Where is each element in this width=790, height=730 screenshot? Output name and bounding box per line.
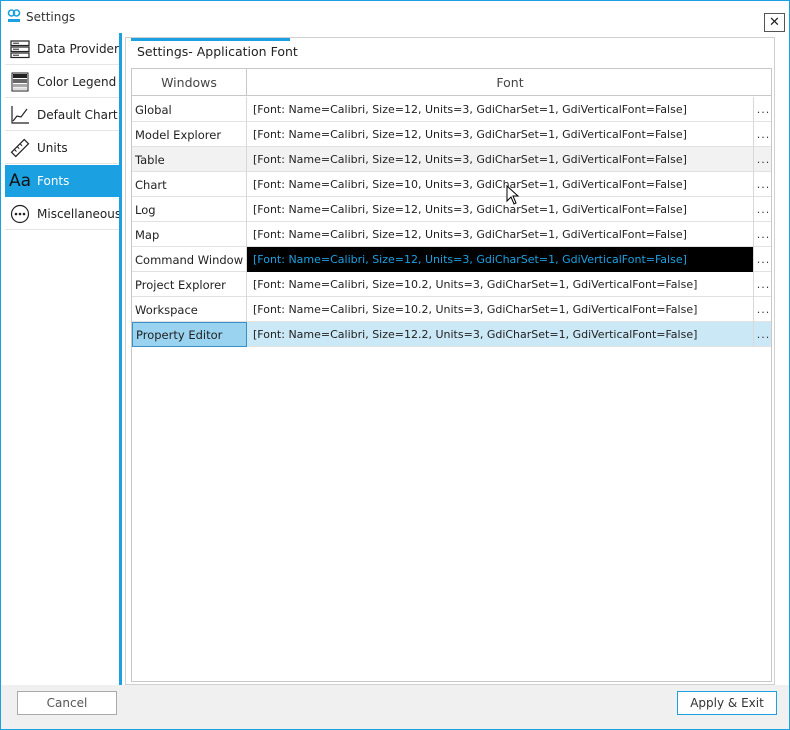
table-row[interactable]: Chart [Font: Name=Calibri, Size=10, Unit… bbox=[132, 172, 771, 197]
window-title: Settings bbox=[26, 10, 76, 24]
sidebar-item-label: Data Provider bbox=[37, 41, 119, 56]
row-window-name[interactable]: Global bbox=[132, 97, 247, 122]
fonts-panel: Settings- Application Font Windows Font … bbox=[125, 37, 775, 685]
table-row[interactable]: Table [Font: Name=Calibri, Size=12, Unit… bbox=[132, 147, 771, 172]
sidebar-item-units[interactable]: Units bbox=[5, 132, 119, 164]
sidebar-item-label: Fonts bbox=[37, 173, 70, 188]
server-icon bbox=[9, 38, 31, 60]
row-window-name[interactable]: Model Explorer bbox=[132, 122, 247, 147]
sidebar: Data Provider Color Legend Default Chart… bbox=[5, 33, 122, 685]
row-window-name[interactable]: Command Window bbox=[132, 247, 247, 272]
table-row[interactable]: Project Explorer [Font: Name=Calibri, Si… bbox=[132, 272, 771, 297]
ruler-icon bbox=[9, 137, 31, 159]
app-logo-icon bbox=[7, 9, 21, 22]
font-picker-button[interactable]: ... bbox=[753, 222, 771, 247]
dialog-footer: Cancel Apply & Exit bbox=[1, 685, 789, 729]
cancel-button[interactable]: Cancel bbox=[17, 691, 117, 715]
font-grid: Windows Font Global [Font: Name=Calibri,… bbox=[131, 68, 772, 682]
sidebar-item-label: Color Legend bbox=[37, 74, 117, 89]
row-window-name[interactable]: Table bbox=[132, 147, 247, 172]
row-window-name[interactable]: Map bbox=[132, 222, 247, 247]
settings-window: Settings ✕ Data Provider Color Legend De… bbox=[0, 0, 790, 730]
legend-icon bbox=[9, 71, 31, 93]
row-window-name[interactable]: Project Explorer bbox=[132, 272, 247, 297]
sidebar-item-fonts[interactable]: Aa Fonts bbox=[5, 165, 119, 197]
font-picker-button[interactable]: ... bbox=[753, 147, 771, 172]
table-row[interactable]: Workspace [Font: Name=Calibri, Size=10.2… bbox=[132, 297, 771, 322]
row-font-value-editing[interactable]: [Font: Name=Calibri, Size=12, Units=3, G… bbox=[247, 247, 753, 272]
sidebar-item-default-chart[interactable]: Default Chart bbox=[5, 99, 119, 131]
font-picker-button[interactable]: ... bbox=[753, 197, 771, 222]
row-font-value[interactable]: [Font: Name=Calibri, Size=10.2, Units=3,… bbox=[247, 297, 753, 322]
grid-header: Windows Font bbox=[132, 69, 771, 96]
content-area: Data Provider Color Legend Default Chart… bbox=[1, 33, 789, 685]
sidebar-item-miscellaneous[interactable]: Miscellaneous bbox=[5, 198, 122, 230]
row-window-name[interactable]: Property Editor bbox=[132, 322, 247, 347]
sidebar-item-label: Default Chart bbox=[37, 107, 118, 122]
row-window-name[interactable]: Workspace bbox=[132, 297, 247, 322]
row-font-value[interactable]: [Font: Name=Calibri, Size=10.2, Units=3,… bbox=[247, 272, 753, 297]
row-font-value[interactable]: [Font: Name=Calibri, Size=12, Units=3, G… bbox=[247, 147, 753, 172]
font-picker-button[interactable]: ... bbox=[753, 97, 771, 122]
table-row[interactable]: Command Window [Font: Name=Calibri, Size… bbox=[132, 247, 771, 272]
table-row-selected[interactable]: Property Editor [Font: Name=Calibri, Siz… bbox=[132, 322, 771, 347]
sidebar-divider bbox=[119, 33, 122, 685]
sidebar-item-data-provider[interactable]: Data Provider bbox=[5, 33, 119, 65]
sidebar-item-label: Miscellaneous bbox=[37, 206, 122, 221]
row-font-value[interactable]: [Font: Name=Calibri, Size=12, Units=3, G… bbox=[247, 222, 753, 247]
chart-icon bbox=[9, 104, 31, 126]
row-window-name[interactable]: Chart bbox=[132, 172, 247, 197]
apply-exit-button[interactable]: Apply & Exit bbox=[677, 691, 777, 715]
row-font-value[interactable]: [Font: Name=Calibri, Size=12, Units=3, G… bbox=[247, 122, 753, 147]
row-font-value[interactable]: [Font: Name=Calibri, Size=12, Units=3, G… bbox=[247, 197, 753, 222]
sidebar-item-color-legend[interactable]: Color Legend bbox=[5, 66, 119, 98]
row-font-value[interactable]: [Font: Name=Calibri, Size=12.2, Units=3,… bbox=[247, 322, 753, 347]
font-icon: Aa bbox=[8, 170, 32, 191]
column-header-windows[interactable]: Windows bbox=[132, 69, 247, 96]
table-row[interactable]: Log [Font: Name=Calibri, Size=12, Units=… bbox=[132, 197, 771, 222]
table-row[interactable]: Model Explorer [Font: Name=Calibri, Size… bbox=[132, 122, 771, 147]
font-picker-button[interactable]: ... bbox=[753, 247, 771, 272]
font-picker-button[interactable]: ... bbox=[753, 172, 771, 197]
panel-tab-indicator bbox=[131, 38, 290, 41]
table-row[interactable]: Global [Font: Name=Calibri, Size=12, Uni… bbox=[132, 97, 771, 122]
close-button[interactable]: ✕ bbox=[764, 13, 785, 32]
row-font-value[interactable]: [Font: Name=Calibri, Size=10, Units=3, G… bbox=[247, 172, 753, 197]
column-header-font[interactable]: Font bbox=[247, 69, 771, 96]
table-row[interactable]: Map [Font: Name=Calibri, Size=12, Units=… bbox=[132, 222, 771, 247]
font-picker-button[interactable]: ... bbox=[753, 297, 771, 322]
title-bar: Settings ✕ bbox=[1, 1, 789, 33]
row-window-name[interactable]: Log bbox=[132, 197, 247, 222]
font-picker-button[interactable]: ... bbox=[753, 272, 771, 297]
sidebar-item-label: Units bbox=[37, 140, 68, 155]
more-icon bbox=[9, 203, 31, 225]
font-picker-button[interactable]: ... bbox=[753, 322, 771, 347]
panel-title: Settings- Application Font bbox=[137, 44, 298, 59]
font-picker-button[interactable]: ... bbox=[753, 122, 771, 147]
row-font-value[interactable]: [Font: Name=Calibri, Size=12, Units=3, G… bbox=[247, 97, 753, 122]
mouse-cursor-icon bbox=[506, 185, 520, 205]
